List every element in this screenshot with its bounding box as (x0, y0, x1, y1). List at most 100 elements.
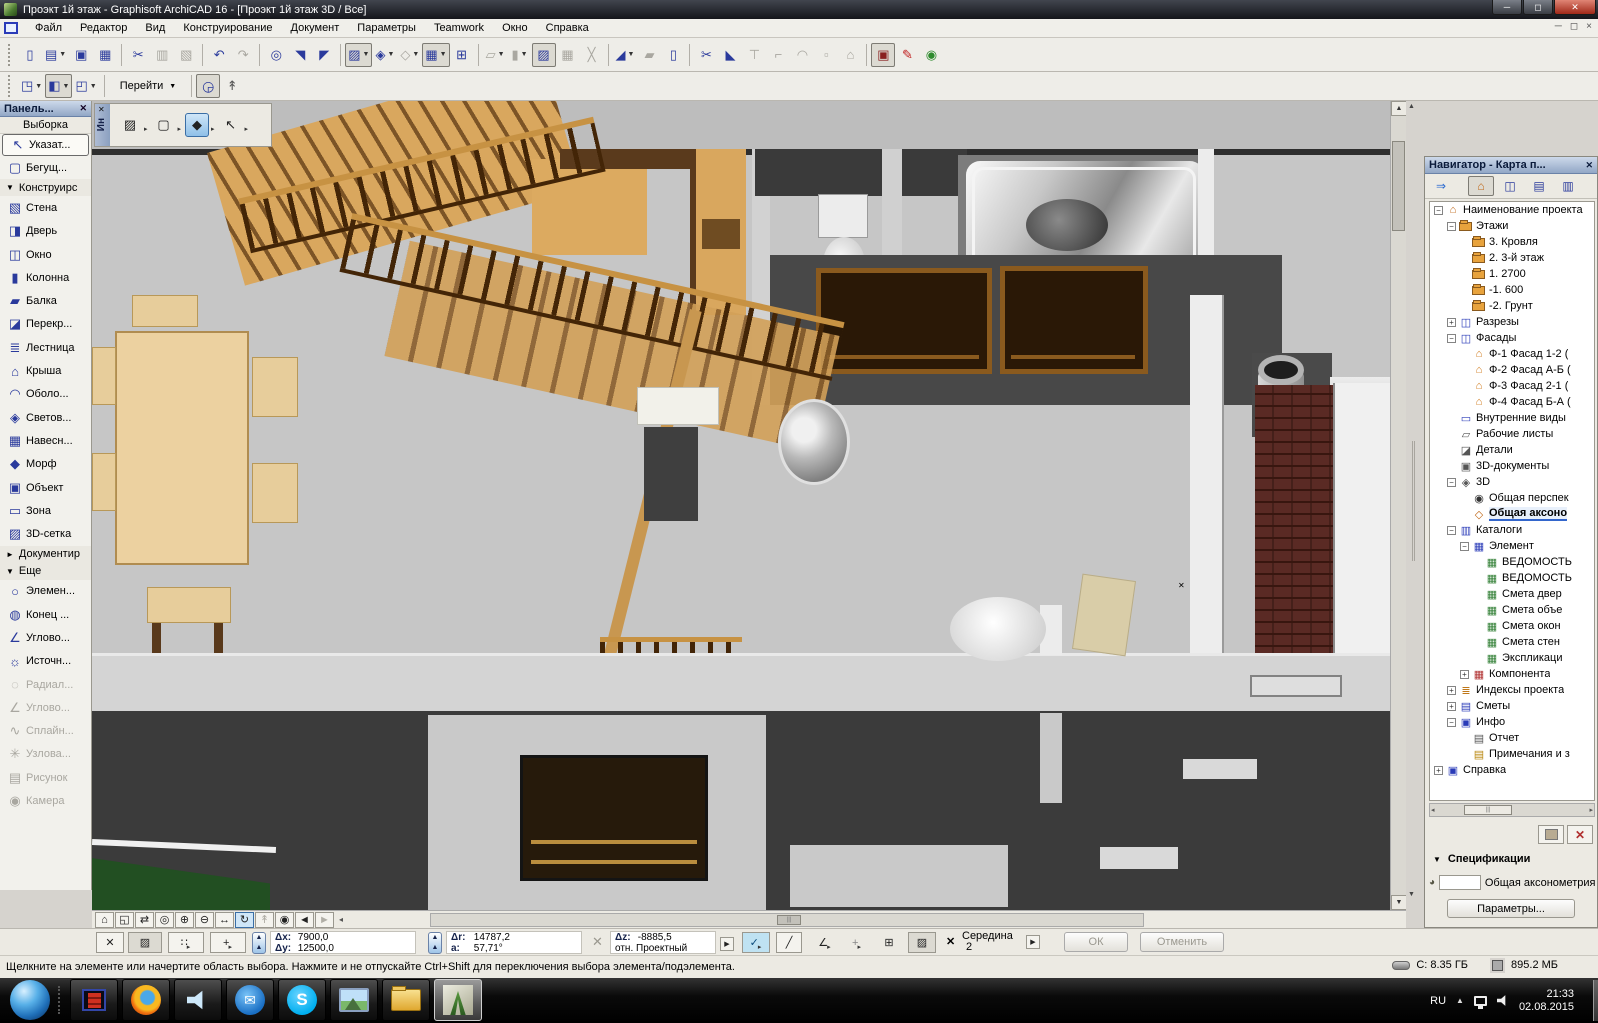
tool-углово[interactable]: ∠Углово... (0, 696, 91, 719)
vscroll-thumb[interactable] (1392, 141, 1405, 231)
tree-item[interactable]: +▦Компонента (1430, 666, 1594, 682)
skype-taskbar-button[interactable]: S (278, 979, 326, 1021)
print-button[interactable]: ▦ (93, 43, 117, 67)
tree-item[interactable]: ▦Смета стен (1430, 634, 1594, 650)
tool-элемен[interactable]: ○Элемен... (0, 580, 91, 603)
dock-scroll-down-icon[interactable]: ▼ (1408, 891, 1415, 898)
tree-item[interactable]: ▦Смета окон (1430, 618, 1594, 634)
collapse-icon[interactable]: − (1447, 526, 1456, 535)
snap-point-icon[interactable]: +▸ (844, 932, 870, 953)
snap-angle-icon[interactable]: ∠▸ (812, 932, 838, 953)
tree-item[interactable]: ▭Внутренние виды (1430, 410, 1594, 426)
rect-selection-3d-button[interactable]: ▢ (152, 113, 176, 137)
mdi-close-button[interactable]: × (1586, 21, 1592, 32)
snap-expand-icon[interactable]: ▶ (1026, 935, 1040, 949)
tree-item[interactable]: ⌂Ф-4 Фасад Б-А ( (1430, 394, 1594, 410)
tree-item[interactable]: ◇Общая аксоно (1430, 506, 1594, 522)
expand-tracker-icon[interactable]: ▶ (720, 937, 734, 951)
navigator-header[interactable]: Навигатор - Карта п... ✕ (1425, 157, 1597, 174)
tree-item[interactable]: ▱Рабочие листы (1430, 426, 1594, 442)
collapse-icon[interactable]: − (1460, 542, 1469, 551)
next-zoom-button[interactable]: ► (315, 912, 334, 928)
redo-button[interactable]: ↷ (231, 43, 255, 67)
explode-button[interactable]: ╳ (580, 43, 604, 67)
tree-item[interactable]: ⌂Ф-1 Фасад 1-2 ( (1430, 346, 1594, 362)
pointer-3d-button[interactable]: ↖ (219, 113, 243, 137)
tree-item[interactable]: 3. Кровля (1430, 234, 1594, 250)
tree-item[interactable]: −▦Элемент (1430, 538, 1594, 554)
toggle-tracker-button[interactable]: ✓▸ (742, 932, 770, 953)
open-file-button[interactable]: ▤▼ (42, 43, 69, 67)
suspend-groups-button[interactable]: ◈▼ (372, 43, 397, 67)
find-select-button[interactable]: ◎ (264, 43, 288, 67)
collapse-icon[interactable]: − (1447, 334, 1456, 343)
group-elements-button[interactable]: ▱▼ (483, 43, 508, 67)
project-map-button[interactable]: ⌂ (1468, 176, 1494, 196)
tree-item[interactable]: 2. 3-й этаж (1430, 250, 1594, 266)
network-icon[interactable] (1474, 996, 1487, 1006)
eyedropper-button[interactable]: ◢▼ (613, 43, 638, 67)
snap-reference-icon[interactable]: ⊞ (876, 932, 902, 953)
walk-button[interactable]: ↟ (255, 912, 274, 928)
backup-app-taskbar-button[interactable] (70, 979, 118, 1021)
menu-item-окно[interactable]: Окно (493, 20, 537, 36)
menu-item-документ[interactable]: Документ (282, 20, 349, 36)
tool-крыша[interactable]: ⌂Крыша (0, 359, 91, 382)
specifications-section[interactable]: ▼ Спецификации (1433, 853, 1530, 865)
tree-item[interactable]: +◫Разрезы (1430, 314, 1594, 330)
viewport-hscrollbar[interactable]: ||| (430, 913, 1144, 927)
tree-item[interactable]: −Этажи (1430, 218, 1594, 234)
adjust-button[interactable]: ◣ (718, 43, 742, 67)
tree-item[interactable]: ⌂Ф-3 Фасад 2-1 ( (1430, 378, 1594, 394)
zoom-percent-button[interactable]: ◎ (155, 912, 174, 928)
tree-item[interactable]: ▦Экспликаци (1430, 650, 1594, 666)
cutting-plane-button[interactable]: ◆ (185, 113, 209, 137)
rebuild-button[interactable]: ⇄ (135, 912, 154, 928)
expand-icon[interactable]: + (1447, 686, 1456, 695)
paste-button[interactable]: ▧ (174, 43, 198, 67)
tree-item[interactable]: ⌂Ф-2 Фасад А-Б ( (1430, 362, 1594, 378)
marquee-filter-button[interactable]: ▨▼ (345, 43, 372, 67)
ra-coordinates[interactable]: Δr: 14787,2 a: 57,71° (446, 931, 582, 954)
menu-item-параметры[interactable]: Параметры (348, 20, 425, 36)
xy-coordinates[interactable]: Δx: 7900,0 Δy: 12500,0 (270, 931, 416, 954)
3d-selection-box-button[interactable]: ▣ (871, 43, 895, 67)
dock-scroll-up-icon[interactable]: ▲ (1408, 103, 1415, 110)
publisher-button[interactable]: ▥ (1555, 176, 1581, 196)
tree-item[interactable]: +▣Справка (1430, 762, 1594, 778)
stretch-home-button[interactable]: ⌂ (838, 43, 862, 67)
clock[interactable]: 21:33 02.08.2015 (1519, 988, 1574, 1014)
pick-up-parameters-button[interactable]: ◥ (288, 43, 312, 67)
delete-button[interactable]: ✕ (1567, 825, 1593, 844)
start-button[interactable] (10, 980, 50, 1020)
tool-морф[interactable]: ◆Морф (0, 453, 91, 476)
tree-item[interactable]: −▥Каталоги (1430, 522, 1594, 538)
project-chooser-button[interactable]: ⇒ (1428, 176, 1454, 196)
tool-навесн[interactable]: ▦Навесн... (0, 429, 91, 452)
image-viewer-taskbar-button[interactable] (330, 979, 378, 1021)
file-explorer-taskbar-button[interactable] (382, 979, 430, 1021)
previous-zoom-button[interactable]: ◄ (295, 912, 314, 928)
gravity-button[interactable]: ▦▼ (422, 43, 449, 67)
navigator-close-icon[interactable]: ✕ (1585, 160, 1593, 171)
navigator-hscrollbar[interactable]: ◂ ||| ▸ (1429, 803, 1595, 817)
coordinate-grid-button[interactable]: +▸ (210, 932, 246, 953)
tray-expand-icon[interactable]: ▲ (1456, 996, 1464, 1005)
ruler-button[interactable]: ⊞ (450, 43, 474, 67)
tree-item[interactable]: ▦ВЕДОМОСТЬ (1430, 554, 1594, 570)
snap-special-icon[interactable]: ▨ (908, 932, 936, 953)
tree-item[interactable]: ▦Смета двер (1430, 586, 1594, 602)
tool-источн[interactable]: ☼Источн... (0, 650, 91, 673)
tool-перекр[interactable]: ◪Перекр... (0, 313, 91, 336)
tree-item[interactable]: ▣3D-документы (1430, 458, 1594, 474)
scroll-down-icon[interactable]: ▼ (1391, 895, 1407, 910)
tool-group-конструирс[interactable]: ▼Конструирс (0, 179, 91, 196)
toolbox-header[interactable]: Панель... ✕ (0, 101, 91, 117)
volume-icon[interactable] (1497, 995, 1509, 1007)
expand-icon[interactable]: + (1447, 702, 1456, 711)
tree-item[interactable]: ◪Детали (1430, 442, 1594, 458)
expand-icon[interactable]: + (1460, 670, 1469, 679)
tree-item[interactable]: −◈3D (1430, 474, 1594, 490)
tree-item[interactable]: ▤Примечания и з (1430, 746, 1594, 762)
dock-splitter[interactable]: ▲ ▼ (1406, 101, 1424, 928)
